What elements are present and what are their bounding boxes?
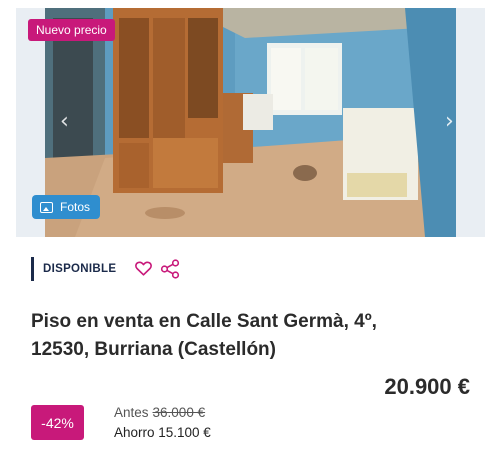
property-photo[interactable]: [45, 8, 456, 237]
previous-price-label: Antes: [114, 405, 149, 420]
photos-button-label: Fotos: [60, 200, 91, 214]
discount-badge: -42%: [31, 405, 84, 440]
status-indicator: DISPONIBLE: [31, 257, 116, 281]
previous-price-line: Antes 36.000 €: [114, 405, 205, 420]
share-icon[interactable]: [160, 259, 180, 279]
chevron-left-icon[interactable]: ‹: [60, 111, 69, 133]
status-accent-bar: [31, 257, 34, 281]
previous-price: 36.000 €: [152, 405, 206, 420]
new-price-badge: Nuevo precio: [28, 19, 115, 41]
listing-title-line-1: Piso en venta en Calle Sant Germà, 4º,: [31, 311, 377, 332]
savings-line: Ahorro 15.100 €: [114, 425, 211, 440]
photo-gallery[interactable]: ‹ › Nuevo precio Fotos: [16, 8, 485, 237]
image-icon: [40, 201, 53, 213]
chevron-right-icon[interactable]: ›: [445, 111, 454, 133]
listing-title[interactable]: Piso en venta en Calle Sant Germà, 4º, 1…: [31, 308, 471, 364]
heart-icon[interactable]: [135, 261, 152, 276]
listing-title-line-2: 12530, Burriana (Castellón): [31, 339, 276, 360]
listing-price: 20.900 €: [384, 374, 470, 399]
status-badge: DISPONIBLE: [43, 263, 117, 275]
photos-button[interactable]: Fotos: [32, 195, 101, 219]
